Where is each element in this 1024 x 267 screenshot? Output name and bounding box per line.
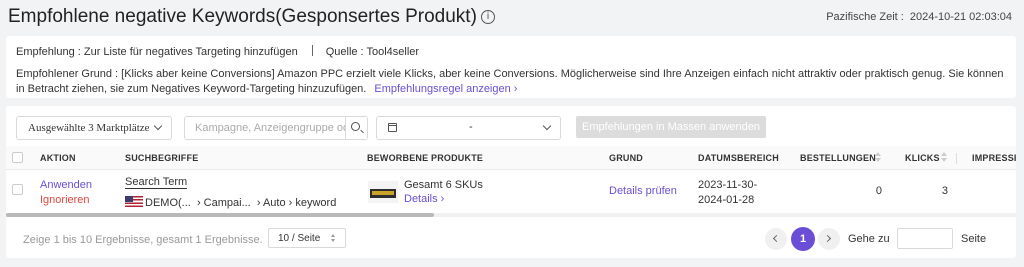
prev-page-button[interactable] (765, 228, 787, 250)
search-button[interactable] (345, 117, 367, 139)
divider (311, 45, 313, 56)
page-label: Seite (961, 233, 987, 245)
page-size-value: 10 / Seite (278, 233, 321, 244)
col-aktion: AKTION (40, 153, 76, 163)
marketplace-select[interactable]: Ausgewählte 3 Marktplätze (16, 116, 172, 140)
recommendation-panel: Empfehlung : Zur Liste für negatives Tar… (6, 36, 1016, 98)
recommendation-summary: Empfehlung : Zur Liste für negatives Tar… (16, 45, 419, 58)
sku-count: Gesamt 6 SKUs (404, 179, 483, 191)
apply-link[interactable]: Anwenden (40, 179, 92, 191)
product-details-link[interactable]: Details › (404, 193, 444, 205)
search-placeholder: Kampagne, Anzeigengruppe oder Keyword (195, 122, 367, 134)
calendar-icon (388, 123, 397, 132)
table-header: AKTION SUCHBEGRIFFE BEWORBENE PRODUKTE G… (6, 146, 1016, 170)
rule-link-label[interactable]: Empfehlungsregel anzeigen (374, 83, 510, 95)
chevron-right-icon (823, 234, 832, 243)
chevron-down-icon (542, 121, 552, 131)
sort-icon[interactable] (875, 152, 881, 163)
col-grund: GRUND (609, 153, 643, 163)
col-datum: DATUMSBEREICH (698, 153, 779, 163)
row-checkbox[interactable] (12, 184, 23, 195)
goto-page-input[interactable] (897, 228, 953, 249)
bulk-apply-button[interactable]: Empfehlungen in Massen anwenden (576, 116, 766, 138)
column-divider (956, 153, 957, 164)
date-range-picker[interactable]: - (376, 116, 561, 140)
campaign-path-text: DEMO(... › Campai... › Auto › keyword (145, 197, 337, 209)
col-bestellungen[interactable]: BESTELLUNGEN (800, 153, 876, 163)
product-thumbnail (368, 181, 398, 203)
search-input[interactable]: Kampagne, Anzeigengruppe oder Keyword (184, 116, 368, 140)
horizontal-scrollbar[interactable] (6, 213, 1016, 217)
chevron-down-icon (153, 121, 163, 131)
results-summary: Zeige 1 bis 10 Ergebnisse, gesamt 1 Erge… (23, 234, 263, 246)
search-term[interactable]: Search Term (125, 176, 188, 189)
table-row: Anwenden Ignorieren Search Term DEMO(...… (6, 171, 1016, 213)
orders-value: 0 (875, 185, 882, 197)
current-page-button[interactable]: 1 (791, 227, 815, 251)
page-size-select[interactable]: 10 / Seite (268, 228, 346, 248)
page-title: Empfohlene negative Keywords(Gesponserte… (8, 6, 477, 27)
search-icon (351, 122, 360, 131)
recommendation-label: Empfehlung : Zur Liste für negatives Tar… (16, 46, 298, 58)
scrollbar-thumb[interactable] (6, 213, 434, 217)
us-flag-icon (125, 196, 143, 207)
timezone-label: Pazifische Zeit : (826, 11, 904, 23)
col-klicks[interactable]: KLICKS (905, 153, 940, 163)
reason-details-link[interactable]: Details prüfen (609, 185, 677, 197)
sort-arrows-icon (331, 234, 336, 243)
next-page-button[interactable] (818, 228, 840, 250)
ignore-link[interactable]: Ignorieren (40, 194, 90, 206)
col-impressionen[interactable]: IMPRESSI (972, 153, 1016, 163)
date-separator: - (469, 121, 473, 133)
info-circle-icon[interactable]: i (481, 10, 495, 24)
sort-icon[interactable] (941, 152, 947, 163)
select-all-checkbox[interactable] (12, 152, 23, 163)
timestamp: 2024-10-21 02:03:04 (909, 11, 1012, 23)
recommendation-reason: Empfohlener Grund : [Klicks aber keine C… (16, 67, 1006, 97)
timezone-display: Pazifische Zeit : 2024-10-21 02:03:04 (826, 11, 1012, 23)
col-suchbegriffe: SUCHBEGRIFFE (125, 153, 199, 163)
chevron-left-icon (772, 234, 781, 243)
campaign-path: DEMO(... › Campai... › Auto › keyword (125, 196, 336, 209)
date-range-end: 2024-01-28 (698, 194, 755, 206)
clicks-value: 3 (941, 185, 948, 197)
results-card: Ausgewählte 3 Marktplätze Kampagne, Anze… (6, 106, 1016, 258)
date-range-start: 2023-11-30- (698, 179, 758, 191)
col-produkte: BEWORBENE PRODUKTE (367, 153, 484, 163)
marketplace-select-value: Ausgewählte 3 Marktplätze (28, 122, 150, 134)
rule-link[interactable]: Empfehlungsregel anzeigen › (374, 83, 517, 95)
goto-label: Gehe zu (848, 233, 890, 245)
chevron-right-icon: › (513, 83, 518, 95)
source-label: Quelle : Tool4seller (325, 46, 420, 58)
